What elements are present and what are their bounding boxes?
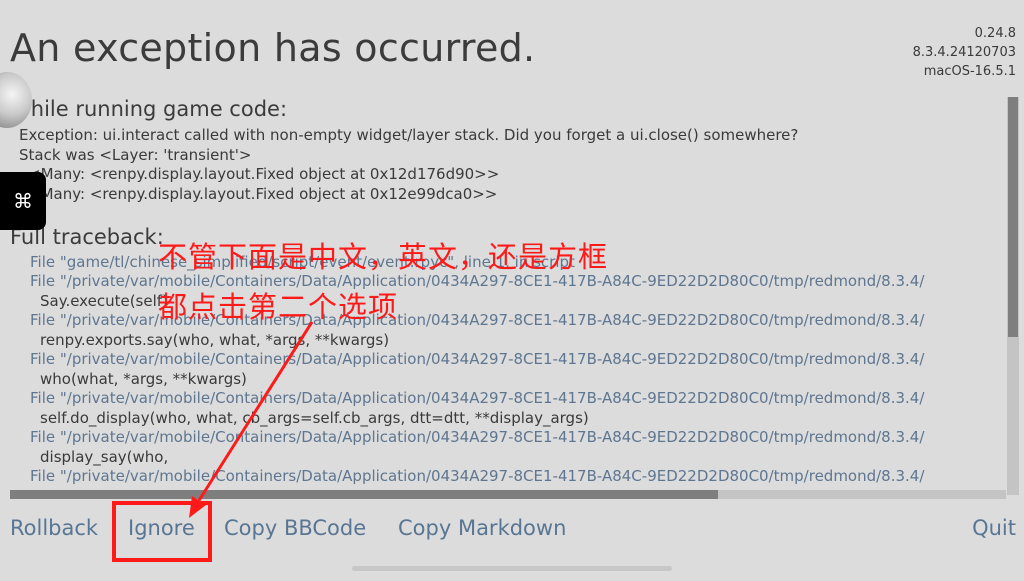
annotation-arrow <box>189 321 314 518</box>
home-indicator <box>352 566 672 571</box>
